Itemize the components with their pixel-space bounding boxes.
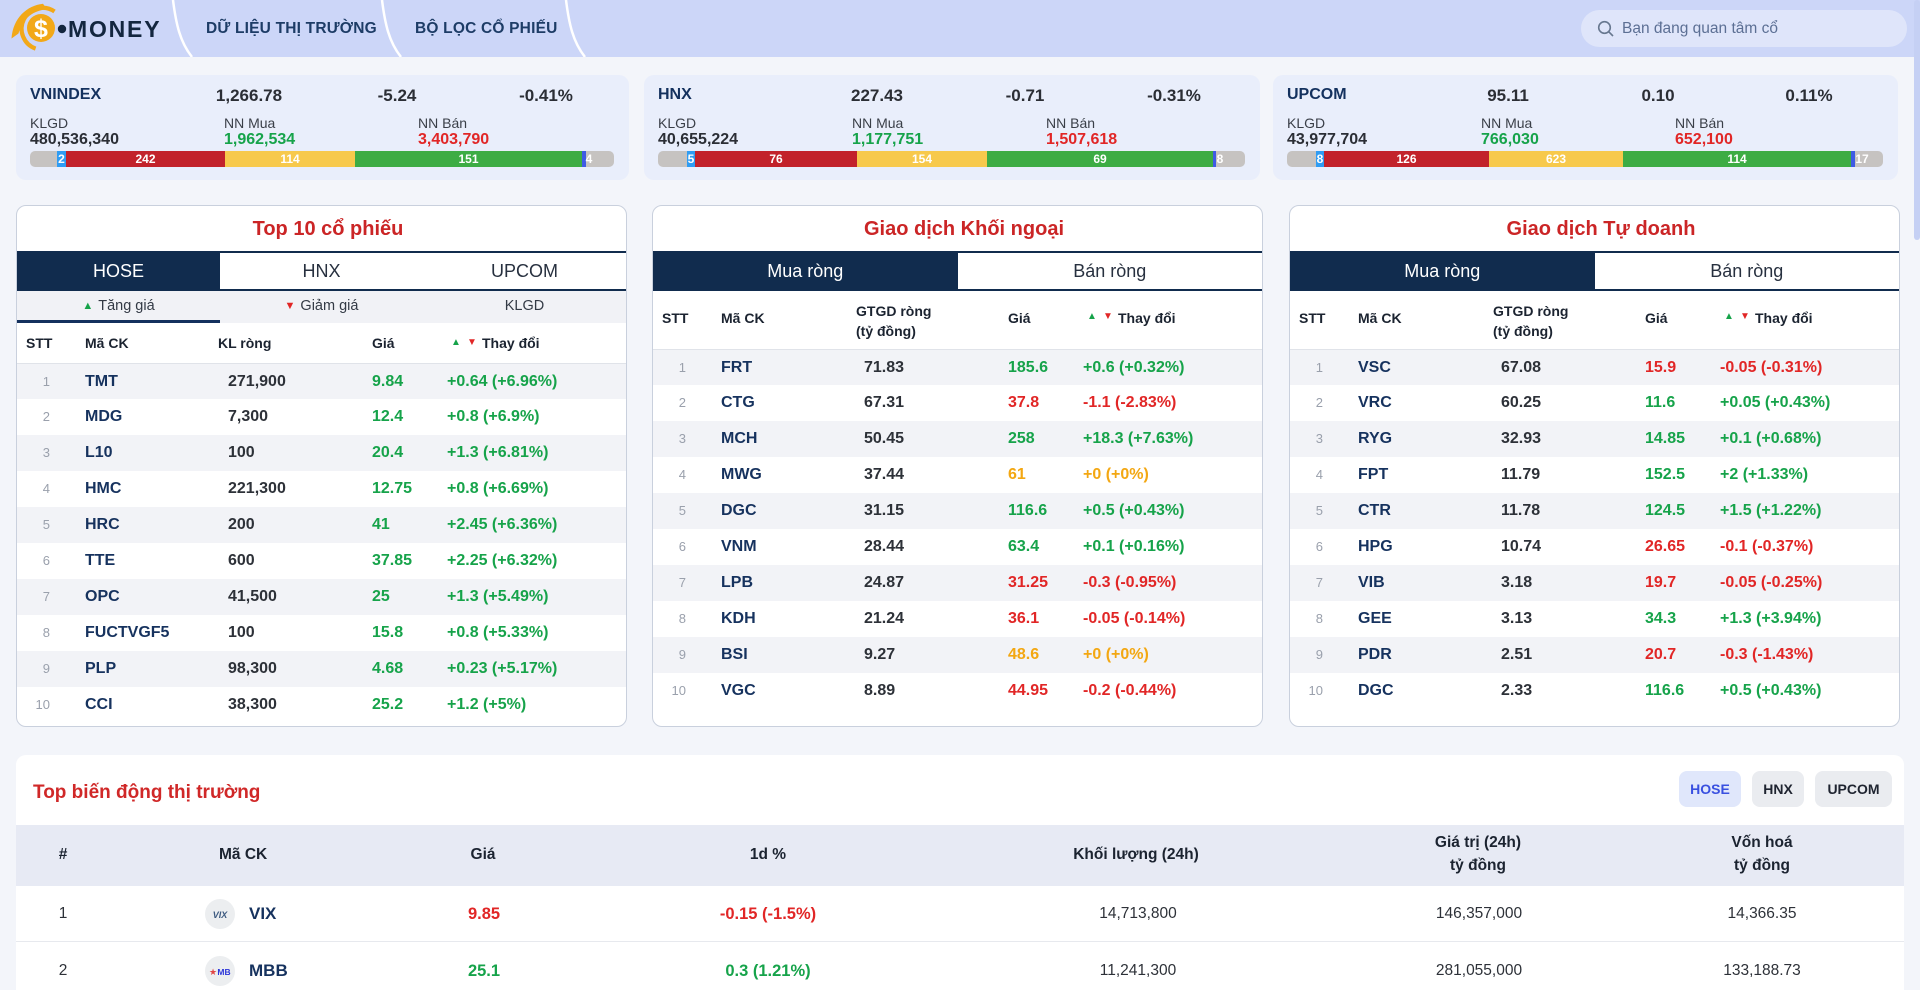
svg-text:$: $ [34,15,48,43]
svg-text:MB: MB [217,967,230,977]
svg-text:MONEY: MONEY [68,16,161,42]
svg-text:★: ★ [209,967,217,977]
svg-text:VIX: VIX [213,910,229,920]
